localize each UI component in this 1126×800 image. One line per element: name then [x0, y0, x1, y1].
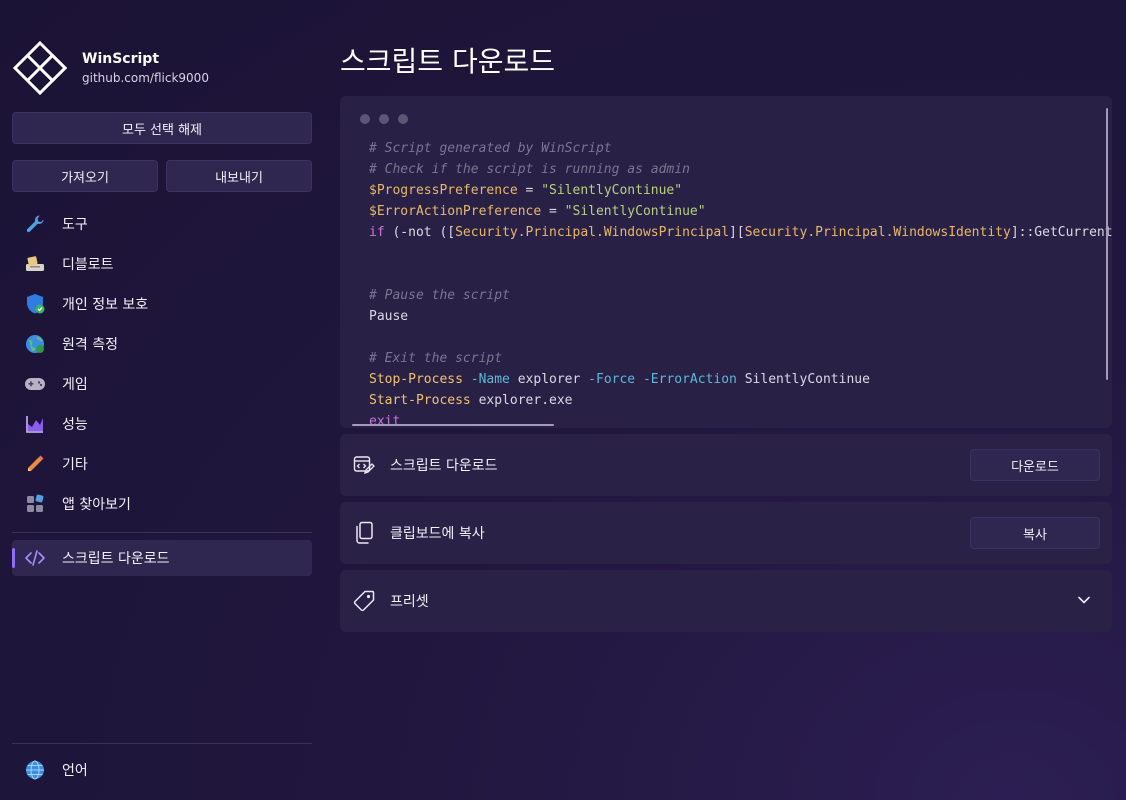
code-icon	[24, 547, 46, 569]
sidebar-item-tools[interactable]: 도구	[12, 206, 312, 242]
sidebar-item-label: 성능	[62, 417, 88, 433]
code-line: $ErrorActionPreference = "SilentlyContin…	[369, 204, 706, 219]
window-dots	[360, 114, 417, 124]
sidebar-item-label: 원격 측정	[62, 337, 118, 353]
window-dot	[398, 114, 408, 124]
code-line: $ProgressPreference = "SilentlyContinue"	[369, 183, 683, 198]
sidebar-item-label: 기타	[62, 457, 88, 473]
clear-all-button[interactable]: 모두 선택 해제	[12, 112, 312, 144]
sidebar: WinScript github.com/flick9000 모두 선택 해제 …	[0, 0, 324, 800]
gamepad-icon	[24, 373, 46, 395]
copy-icon	[352, 521, 376, 545]
preset-row-label: 프리셋	[390, 594, 429, 610]
globe-icon	[24, 333, 46, 355]
sidebar-divider	[12, 743, 312, 744]
code-line: # Check if the script is running as admi…	[369, 162, 690, 177]
code-line: # Pause the script	[369, 288, 510, 303]
sidebar-item-label: 게임	[62, 377, 88, 393]
sidebar-item-privacy[interactable]: 개인 정보 보호	[12, 286, 312, 322]
page-title: 스크립트 다운로드	[340, 45, 555, 78]
download-row-label: 스크립트 다운로드	[390, 458, 498, 474]
sidebar-item-script-download[interactable]: 스크립트 다운로드	[12, 540, 312, 576]
sidebar-item-label: 도구	[62, 217, 88, 233]
code-line: if (-not ([Security.Principal.WindowsPri…	[369, 225, 1112, 240]
sidebar-item-label: 디블로트	[62, 257, 114, 273]
code-file-icon	[352, 453, 376, 477]
shield-icon	[24, 293, 46, 315]
code-line: Stop-Process -Name explorer -Force -Erro…	[369, 372, 870, 387]
copy-clipboard-row: 클립보드에 복사 복사	[340, 502, 1112, 564]
chevron-down-icon[interactable]	[1076, 592, 1092, 608]
sidebar-item-label: 개인 정보 보호	[62, 297, 149, 313]
sidebar-nav: 도구 디블로트 개인 정보 보호 원격 측정 게임 성능 기타 앱 찾아보기	[12, 206, 312, 526]
preset-row[interactable]: 프리셋	[340, 570, 1112, 632]
sidebar-item-label: 언어	[62, 763, 88, 779]
code-line: # Exit the script	[369, 351, 503, 366]
download-script-row: 스크립트 다운로드 다운로드	[340, 434, 1112, 496]
pencil-icon	[24, 453, 46, 475]
globe-icon	[24, 759, 46, 781]
horizontal-scrollbar[interactable]	[352, 424, 554, 426]
sidebar-item-apps[interactable]: 앱 찾아보기	[12, 486, 312, 522]
vertical-scrollbar[interactable]	[1106, 108, 1108, 380]
sidebar-item-debloat[interactable]: 디블로트	[12, 246, 312, 282]
sidebar-item-telemetry[interactable]: 원격 측정	[12, 326, 312, 362]
sidebar-item-other[interactable]: 기타	[12, 446, 312, 482]
window-dot	[379, 114, 389, 124]
code-line: Pause	[369, 309, 409, 324]
code-line: # Script generated by WinScript	[369, 141, 612, 156]
tag-icon	[352, 589, 376, 613]
sidebar-divider	[12, 532, 312, 533]
code-line: Start-Process explorer.exe	[369, 393, 573, 408]
wrench-icon	[24, 213, 46, 235]
copy-button[interactable]: 복사	[970, 517, 1100, 549]
apps-icon	[24, 493, 46, 515]
debloat-icon	[24, 253, 46, 275]
sidebar-item-language[interactable]: 언어	[12, 752, 312, 788]
chart-icon	[24, 413, 46, 435]
winscript-logo-icon	[12, 40, 68, 96]
brand-header: WinScript github.com/flick9000	[12, 40, 209, 96]
download-button[interactable]: 다운로드	[970, 449, 1100, 481]
sidebar-item-label: 스크립트 다운로드	[62, 551, 170, 567]
export-button[interactable]: 내보내기	[166, 160, 312, 192]
sidebar-item-gaming[interactable]: 게임	[12, 366, 312, 402]
import-button[interactable]: 가져오기	[12, 160, 158, 192]
app-url[interactable]: github.com/flick9000	[82, 71, 209, 85]
code-preview[interactable]: # Script generated by WinScript # Check i…	[340, 96, 1112, 428]
copy-row-label: 클립보드에 복사	[390, 526, 485, 542]
script-code: # Script generated by WinScript # Check i…	[369, 138, 1112, 428]
app-name: WinScript	[82, 51, 160, 67]
sidebar-item-label: 앱 찾아보기	[62, 497, 131, 513]
window-dot	[360, 114, 370, 124]
sidebar-item-performance[interactable]: 성능	[12, 406, 312, 442]
